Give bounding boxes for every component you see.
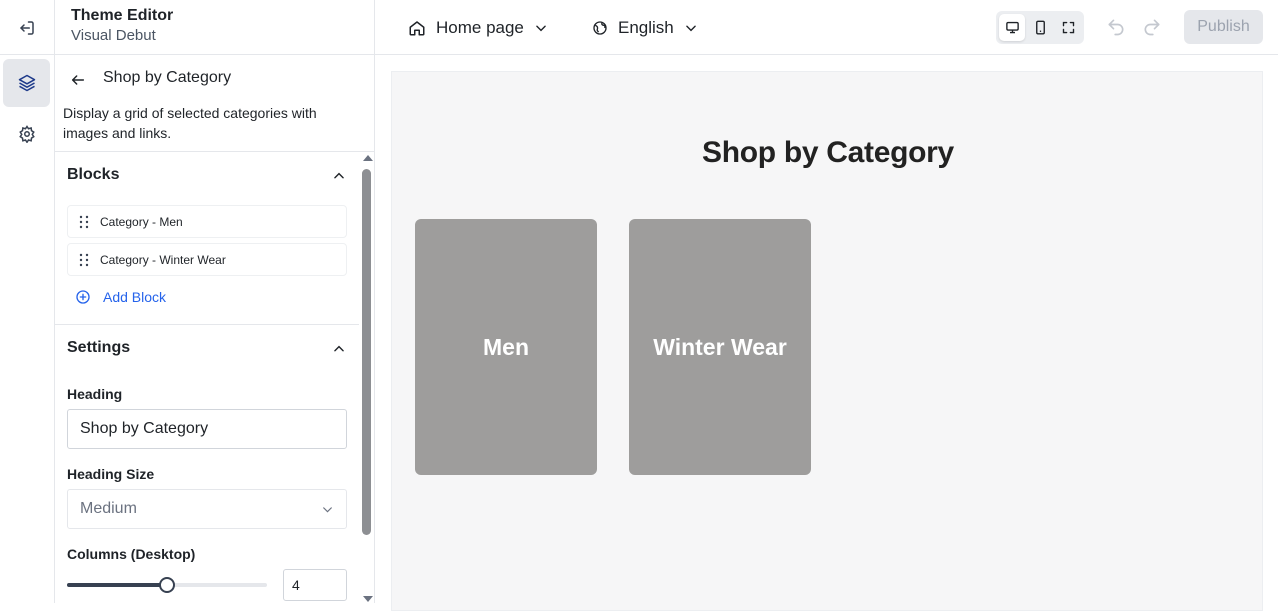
panel-scrollbar[interactable] <box>359 153 374 603</box>
settings-collapse-button[interactable] <box>332 342 346 356</box>
heading-size-label: Heading Size <box>67 466 155 482</box>
panel-header: Shop by Category Display a grid of selec… <box>55 55 374 152</box>
chevron-down-icon <box>534 21 548 35</box>
scrollbar-thumb[interactable] <box>362 169 371 535</box>
panel-title: Shop by Category <box>103 69 232 86</box>
redo-button[interactable] <box>1142 17 1162 37</box>
globe-icon <box>592 20 608 36</box>
exit-editor-button[interactable] <box>0 0 55 55</box>
page-select-value: Home page <box>436 18 524 37</box>
theme-brand: Theme Editor Visual Debut <box>55 0 375 55</box>
columns-slider[interactable] <box>67 577 267 593</box>
fullscreen-view-button[interactable] <box>1055 14 1081 41</box>
top-bar: Theme Editor Visual Debut Home page Engl… <box>0 0 1278 55</box>
chevron-down-icon <box>321 503 334 516</box>
columns-slider-fill <box>67 583 167 587</box>
blocks-collapse-button[interactable] <box>332 169 346 183</box>
gear-icon <box>18 125 36 143</box>
blocks-heading: Blocks <box>67 166 120 183</box>
divider <box>55 324 360 325</box>
publish-button[interactable]: Publish <box>1184 10 1263 44</box>
columns-input[interactable]: 4 <box>283 569 347 601</box>
panel-description: Display a grid of selected categories wi… <box>63 105 317 141</box>
columns-slider-thumb[interactable] <box>159 577 175 593</box>
heading-size-value: Medium <box>80 500 137 517</box>
chevron-up-icon <box>332 342 346 356</box>
undo-button[interactable] <box>1106 17 1126 37</box>
back-button[interactable] <box>70 72 86 88</box>
mobile-view-button[interactable] <box>1027 14 1053 41</box>
block-item[interactable]: Category - Winter Wear <box>67 243 347 276</box>
heading-input[interactable]: Shop by Category <box>67 409 347 449</box>
home-icon <box>408 19 426 37</box>
app-title: Theme Editor <box>71 7 174 24</box>
page-select[interactable]: Home page <box>408 14 548 42</box>
heading-field-label: Heading <box>67 386 123 402</box>
redo-icon <box>1142 17 1162 37</box>
chevron-down-icon <box>684 21 698 35</box>
block-item-label: Category - Men <box>100 214 183 229</box>
rail-item-sections[interactable] <box>3 59 50 107</box>
language-select-value: English <box>618 18 674 37</box>
scroll-down-arrow[interactable] <box>363 596 373 602</box>
heading-size-select[interactable]: Medium <box>67 489 347 529</box>
settings-heading: Settings <box>67 339 131 356</box>
plus-circle-icon <box>75 289 91 305</box>
drag-handle-icon[interactable] <box>68 253 100 267</box>
rail-item-settings[interactable] <box>3 110 50 158</box>
fullscreen-icon <box>1061 20 1076 35</box>
category-card-winter-wear[interactable]: Winter Wear <box>629 219 811 475</box>
left-rail <box>0 55 55 603</box>
language-select[interactable]: English <box>592 14 698 42</box>
drag-handle-icon[interactable] <box>68 215 100 229</box>
mobile-icon <box>1033 20 1048 35</box>
layers-icon <box>17 73 37 93</box>
theme-name: Visual Debut <box>71 27 156 44</box>
device-toggle <box>996 11 1084 44</box>
arrow-left-icon <box>70 72 86 88</box>
category-card-men[interactable]: Men <box>415 219 597 475</box>
undo-icon <box>1106 17 1126 37</box>
desktop-icon <box>1005 20 1020 35</box>
exit-icon <box>18 19 36 37</box>
preview-canvas[interactable]: Shop by Category Men Winter Wear <box>391 71 1263 611</box>
chevron-up-icon <box>332 169 346 183</box>
block-item[interactable]: Category - Men <box>67 205 347 238</box>
preview-section-heading: Shop by Category <box>702 136 954 169</box>
columns-label: Columns (Desktop) <box>67 546 196 562</box>
add-block-label: Add Block <box>103 289 167 305</box>
section-settings-panel: Shop by Category Display a grid of selec… <box>55 55 375 603</box>
add-block-button[interactable]: Add Block <box>75 289 166 305</box>
desktop-view-button[interactable] <box>999 14 1025 41</box>
block-item-label: Category - Winter Wear <box>100 252 226 267</box>
scroll-up-arrow[interactable] <box>363 155 373 161</box>
